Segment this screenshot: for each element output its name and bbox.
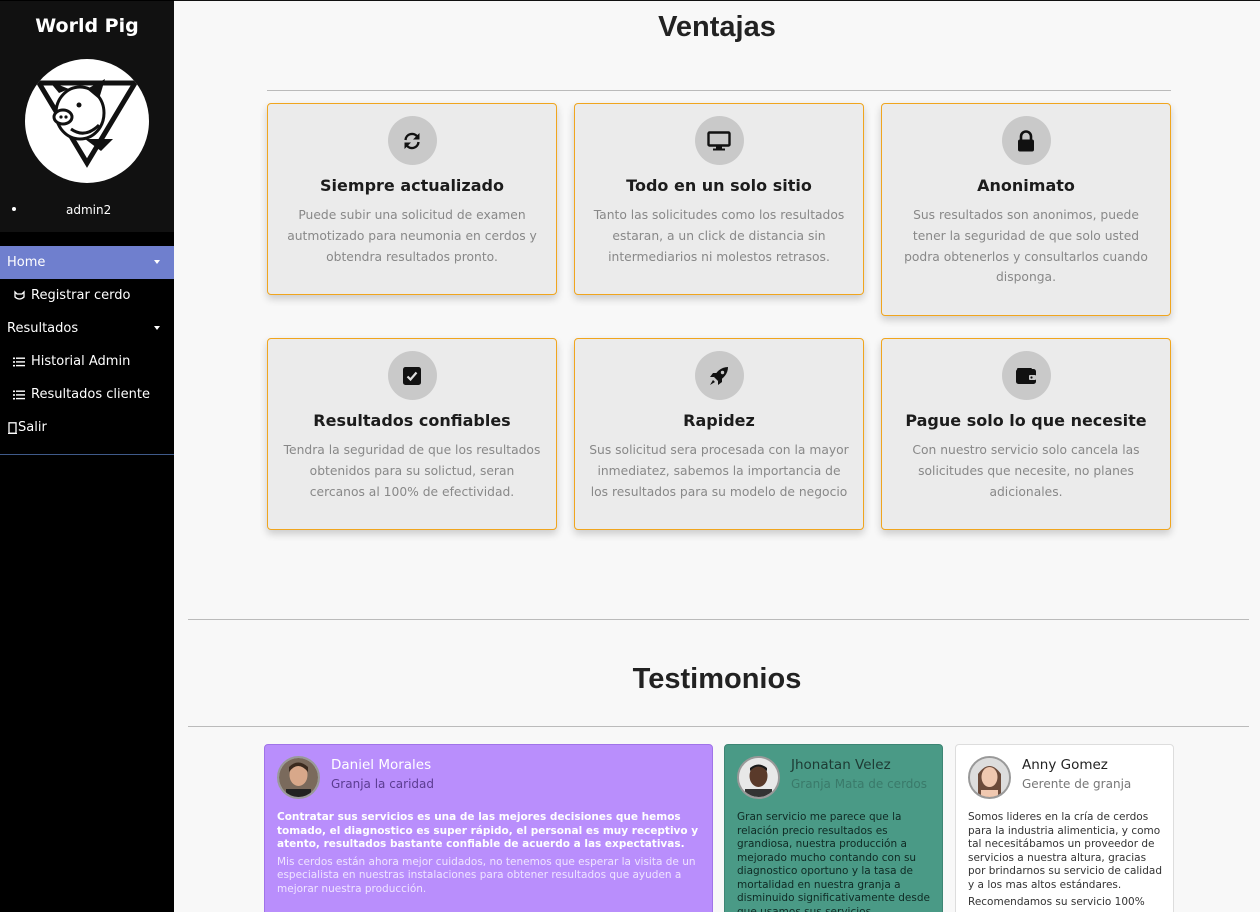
pig-logo [25,59,149,183]
testimonial-quote: Contratar sus servicios es una de las me… [277,811,699,850]
sidebar-menu: Home Registrar cerdo Resultados Historia… [0,246,174,444]
testimonial-role: Granja Mata de cerdos [791,777,928,791]
card-text: Tendra la seguridad de que los resultado… [283,443,541,499]
feature-card: Anonimato Sus resultados son anonimos, p… [881,103,1171,316]
card-text: Con nuestro servicio solo cancela las so… [912,443,1140,499]
sidebar-divider [0,454,174,455]
rocket-icon [694,351,744,400]
avatar [277,756,320,799]
refresh-icon [387,116,437,165]
card-title: Anonimato [977,176,1075,195]
card-text: Tanto las solicitudes como los resultado… [593,208,845,264]
list-icon [12,355,26,369]
testimonial-card: Anny Gomez Gerente de granja Somos lider… [955,744,1174,912]
feature-card: Todo en un solo sitio Tanto las solicitu… [574,103,864,295]
divider [267,90,1171,91]
feature-card: Siempre actualizado Puede subir una soli… [267,103,557,295]
door-icon [7,421,17,435]
sidebar-item-label: Home [7,255,46,270]
feature-card: Pague solo lo que necesite Con nuestro s… [881,338,1171,530]
card-text: Puede subir una solicitud de examen autm… [287,208,537,264]
monitor-icon [694,116,744,165]
username: admin2 [66,203,112,217]
chevron-down-icon [154,326,160,330]
testimonial-text: Somos lideres en la cría de cerdos para … [968,811,1166,910]
brand-title: World Pig [35,15,139,37]
divider [188,726,1249,727]
sidebar-header: World Pig admin2 [0,0,174,232]
testimonial-quote: Recomendamos su servicio 100% [968,896,1145,908]
sidebar-item-label: Resultados cliente [31,387,150,402]
card-title: Resultados confiables [313,411,511,430]
testimonial-name: Daniel Morales [331,757,432,773]
pig-head-icon [12,289,26,303]
testimonial-role: Gerente de granja [1022,777,1132,791]
card-title: Todo en un solo sitio [626,176,812,195]
card-title: Siempre actualizado [320,176,504,195]
testimonial-quote: Mis cerdos están ahora mejor cuidados, n… [277,855,696,895]
sidebar-item-label: Registrar cerdo [31,288,131,303]
feature-card: Rapidez Sus solicitud sera procesada con… [574,338,864,530]
sidebar-item-resultados[interactable]: Resultados [0,312,174,345]
check-square-icon [387,351,437,400]
card-title: Pague solo lo que necesite [905,411,1147,430]
testimonial-text: Gran servicio me parece que la relación … [737,811,935,912]
card-title: Rapidez [683,411,755,430]
testimonial-card: Daniel Morales Granja la caridad Contrat… [264,744,713,912]
sidebar-item-label: Salir [18,420,47,435]
main-content: Ventajas Siempre actualizado Puede subir… [174,0,1260,912]
sidebar-item-registrar-cerdo[interactable]: Registrar cerdo [0,279,174,312]
feature-card: Resultados confiables Tendra la segurida… [267,338,557,530]
sidebar-item-salir[interactable]: Salir [0,411,174,444]
testimonios-title: Testimonios [632,663,802,695]
testimonial-quote: Somos lideres en la cría de cerdos para … [968,811,1162,891]
status-dot [12,207,16,211]
testimonial-name: Jhonatan Velez [791,757,891,773]
testimonial-name: Anny Gomez [1022,757,1108,773]
lock-icon [1001,116,1051,165]
ventajas-title: Ventajas [658,11,776,43]
sidebar: World Pig admin2 Home Registrar cerdo Re… [0,0,174,912]
chevron-down-icon [154,260,160,264]
avatar [737,756,780,799]
avatar [968,756,1011,799]
sidebar-item-historial-admin[interactable]: Historial Admin [0,345,174,378]
wallet-icon [1001,351,1051,400]
divider [188,619,1249,620]
card-text: Sus resultados son anonimos, puede tener… [904,208,1148,285]
sidebar-item-home[interactable]: Home [0,246,174,279]
testimonial-card: Jhonatan Velez Granja Mata de cerdos Gra… [724,744,943,912]
sidebar-item-label: Historial Admin [31,354,131,369]
card-text: Sus solicitud sera procesada con la mayo… [589,443,849,499]
sidebar-item-label: Resultados [7,321,79,336]
testimonial-quote: Gran servicio me parece que la relación … [737,811,930,912]
list-icon [12,388,26,402]
sidebar-item-resultados-cliente[interactable]: Resultados cliente [0,378,174,411]
testimonial-text: Contratar sus servicios es una de las me… [277,811,705,896]
testimonial-role: Granja la caridad [331,777,435,791]
